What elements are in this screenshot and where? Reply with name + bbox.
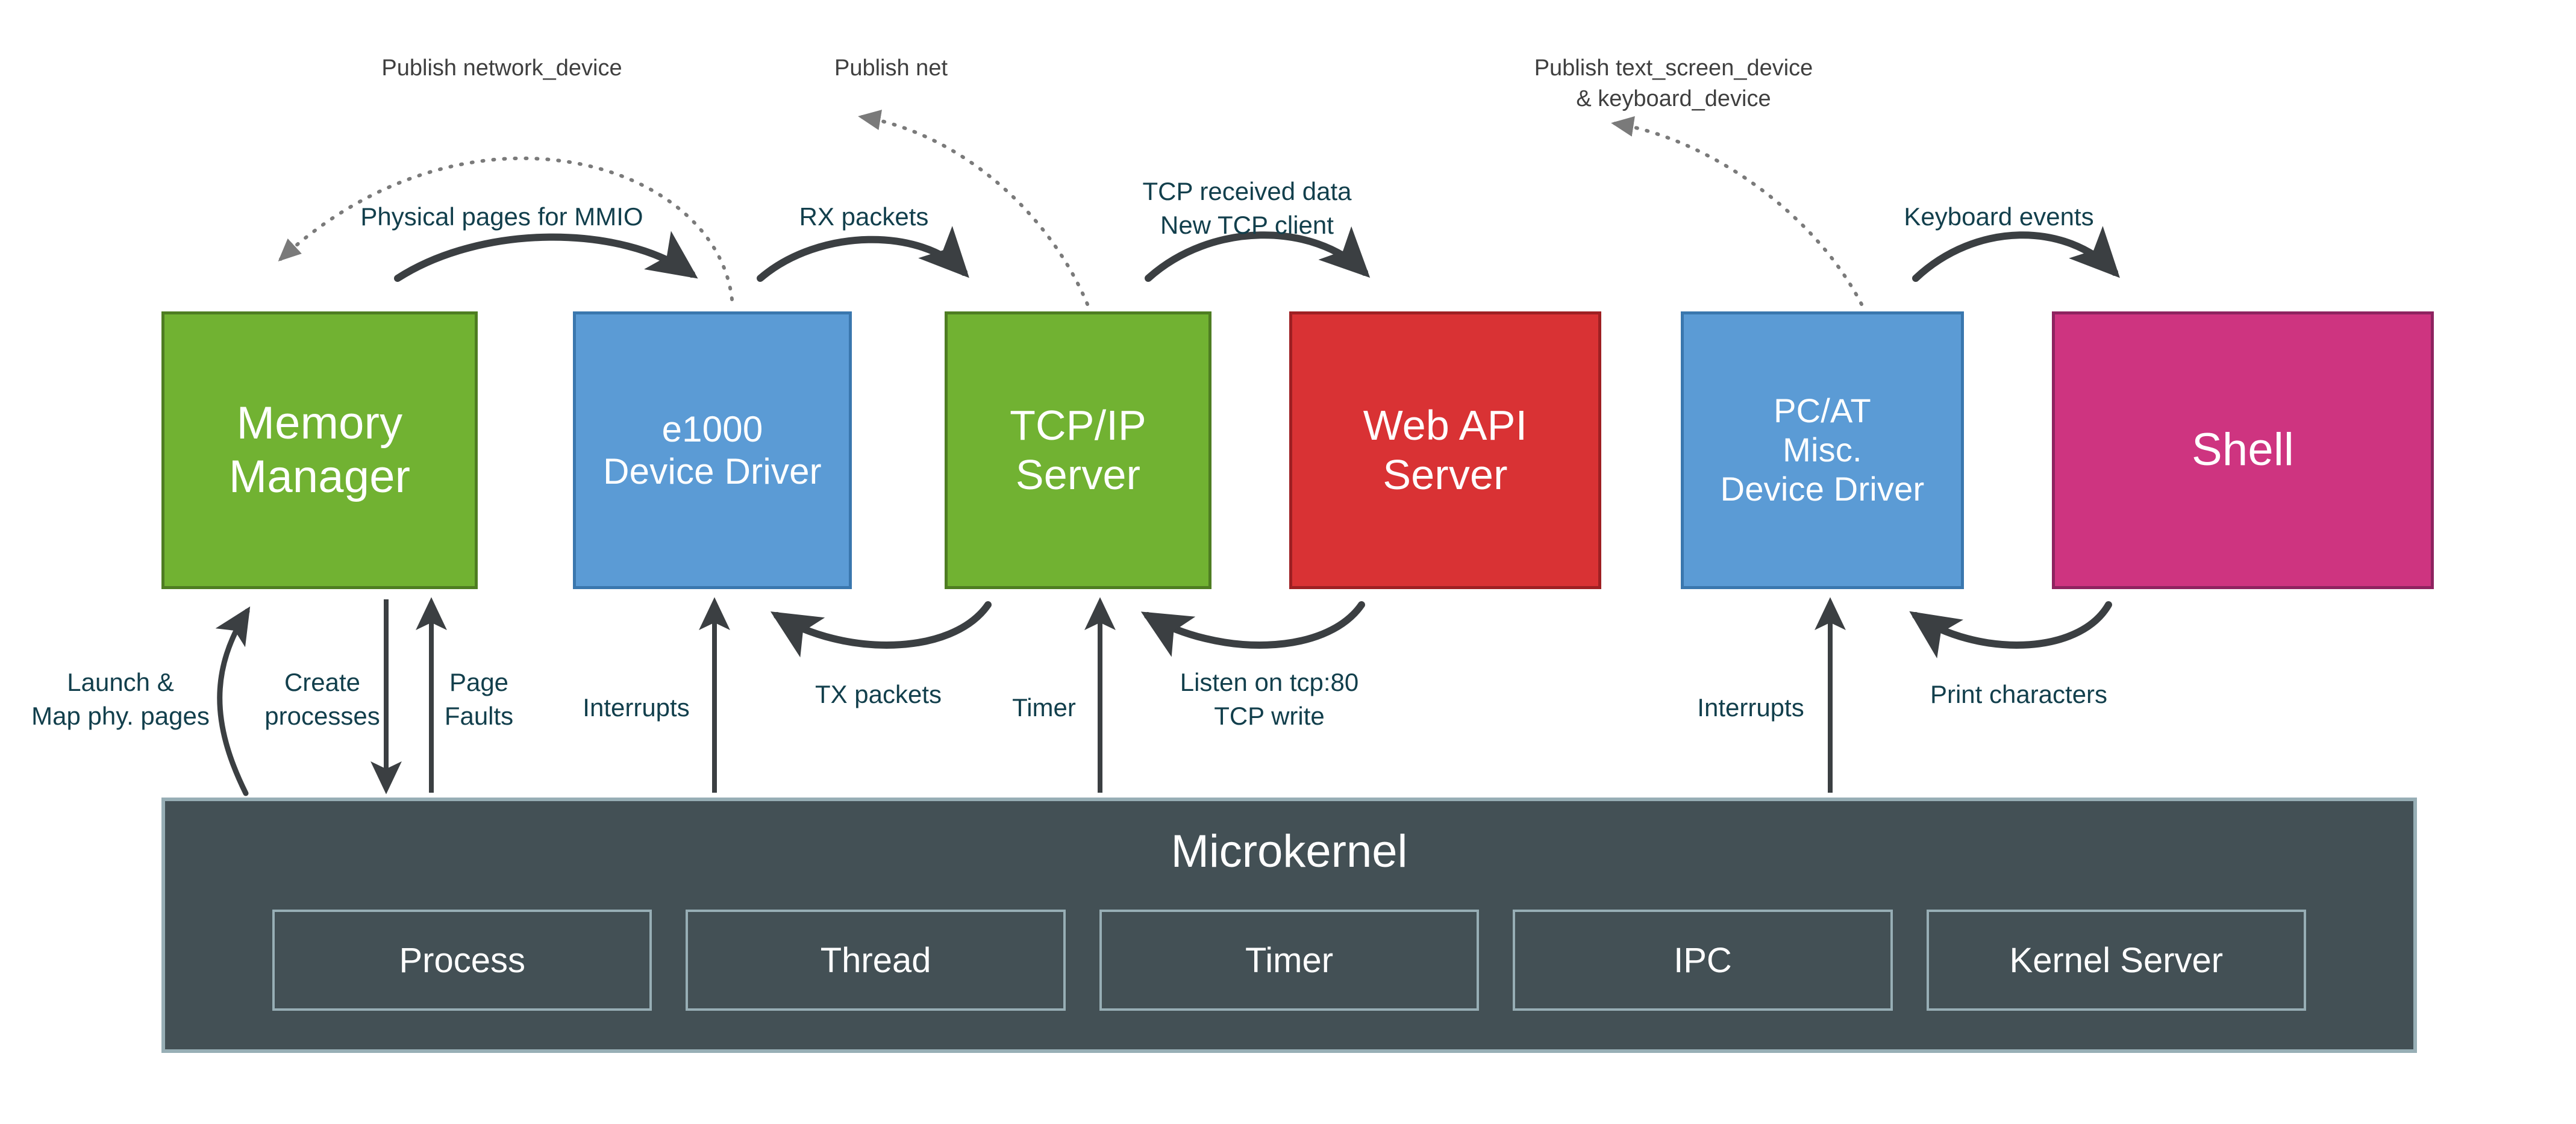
service-box-e1000-device-driver[interactable]: e1000 Device Driver <box>573 311 852 589</box>
microkernel-subbox-ipc[interactable]: IPC <box>1513 910 1893 1011</box>
arrow-label-publish-net: Publish net <box>834 55 948 81</box>
arrow-tx-packets <box>770 601 992 658</box>
microkernel-title: Microkernel <box>1171 826 1408 877</box>
service-box-label: Web API Server <box>1363 402 1528 498</box>
arrow-listen-tcp80-tcp-write <box>1140 601 1365 657</box>
arrow-label-publish-network-device: Publish network_device <box>381 55 622 81</box>
service-box-shell[interactable]: Shell <box>2052 311 2434 589</box>
diagram-canvas: Memory Manager e1000 Device Driver TCP/I… <box>0 0 2576 1124</box>
microkernel-subbox-label: Kernel Server <box>2009 940 2224 980</box>
service-box-label: PC/AT Misc. Device Driver <box>1720 392 1925 508</box>
arrow-label-listen-tcp80-tcp-write: Listen on tcp:80 TCP write <box>1180 668 1359 731</box>
service-box-pcat-misc-device-driver[interactable]: PC/AT Misc. Device Driver <box>1681 311 1964 589</box>
service-box-label: TCP/IP Server <box>1010 402 1146 498</box>
service-box-label: Memory Manager <box>228 398 411 502</box>
arrow-label-timer: Timer <box>1012 693 1076 722</box>
arrow-launch-map-phy-pages <box>215 606 251 796</box>
arrow-label-create-processes: Create processes <box>264 668 380 731</box>
arrow-keyboard-events <box>1912 226 2120 282</box>
arrow-label-tcp-received-data: TCP received data New TCP client <box>1142 177 1352 240</box>
arrow-print-characters <box>1909 601 2112 658</box>
arrow-label-interrupts-e1000: Interrupts <box>583 693 690 722</box>
microkernel-subbox-label: Thread <box>820 940 931 980</box>
arrow-label-page-faults: Page Faults <box>444 668 514 731</box>
arrow-label-keyboard-events: Keyboard events <box>1904 202 2094 231</box>
arrow-label-tx-packets: TX packets <box>814 680 942 708</box>
arrow-rx-packets <box>757 226 969 282</box>
arrow-physical-pages-mmio <box>394 231 698 282</box>
arrow-label-publish-text-screen-keyboard: Publish text_screen_device & keyboard_de… <box>1534 55 1813 111</box>
microkernel-subbox-thread[interactable]: Thread <box>686 910 1066 1011</box>
arrow-label-launch-map-phy-pages: Launch & Map phy. pages <box>31 668 210 731</box>
arrow-label-interrupts-pcat: Interrupts <box>1697 693 1804 722</box>
microkernel-subbox-timer[interactable]: Timer <box>1099 910 1480 1011</box>
service-box-label: Shell <box>2192 424 2294 476</box>
service-box-label: e1000 Device Driver <box>603 408 822 492</box>
service-box-web-api-server[interactable]: Web API Server <box>1289 311 1601 589</box>
service-box-tcpip-server[interactable]: TCP/IP Server <box>945 311 1211 589</box>
microkernel-subbox-kernel-server[interactable]: Kernel Server <box>1926 910 2307 1011</box>
microkernel-subbox-label: Timer <box>1245 940 1334 980</box>
microkernel-subsystem-row: Process Thread Timer IPC Kernel Server <box>255 910 2323 1011</box>
arrow-label-print-characters: Print characters <box>1930 680 2108 708</box>
microkernel-subbox-label: IPC <box>1674 940 1732 980</box>
microkernel-subbox-label: Process <box>399 940 525 980</box>
arrow-label-physical-pages-mmio: Physical pages for MMIO <box>360 202 643 231</box>
service-box-memory-manager[interactable]: Memory Manager <box>161 311 478 589</box>
microkernel-bar[interactable]: Microkernel Process Thread Timer IPC Ker… <box>161 798 2417 1053</box>
arrow-publish-text-screen-keyboard <box>1611 116 1863 306</box>
microkernel-subbox-process[interactable]: Process <box>272 910 652 1011</box>
arrow-label-rx-packets: RX packets <box>799 202 929 231</box>
